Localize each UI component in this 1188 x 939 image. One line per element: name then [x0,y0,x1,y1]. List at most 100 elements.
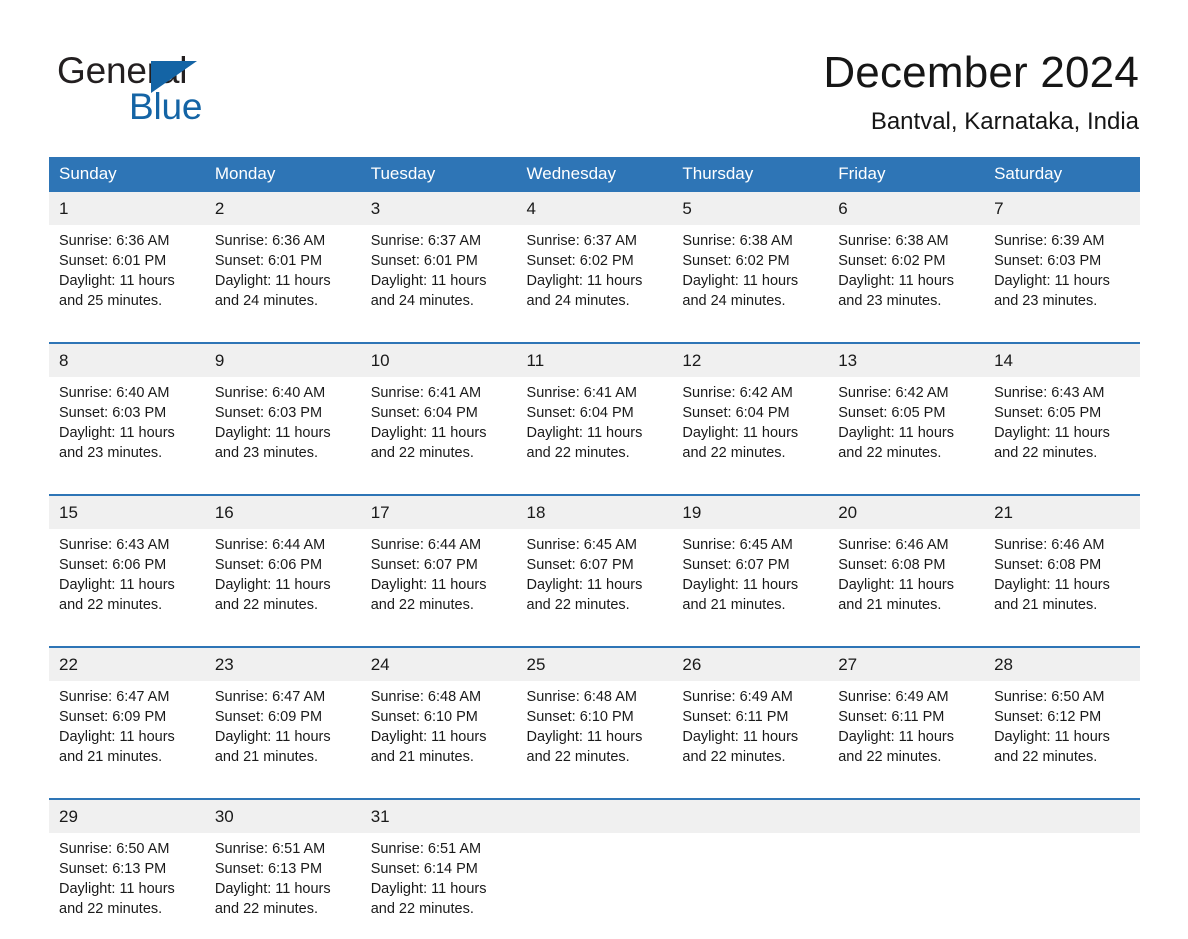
day-number[interactable]: 3 [360,192,517,225]
sunrise-text: Sunrise: 6:37 AM [370,233,482,249]
sunset-text: Sunset: 6:02 PM [526,253,634,269]
sunset-text: Sunset: 6:12 PM [994,709,1102,725]
day-number[interactable]: 12 [672,344,829,377]
day-cell[interactable]: Sunrise: 6:44 AM Sunset: 6:06 PM Dayligh… [204,529,361,635]
day-cell[interactable]: Sunrise: 6:49 AM Sunset: 6:11 PM Dayligh… [672,681,829,787]
daylight-text-line2: and 22 minutes. [526,749,630,765]
day-number[interactable]: 19 [672,496,829,529]
day-cell[interactable]: Sunrise: 6:37 AM Sunset: 6:02 PM Dayligh… [516,225,673,331]
day-cell-empty [672,833,829,939]
sunrise-text: Sunrise: 6:40 AM [214,385,326,401]
sunset-text: Sunset: 6:03 PM [59,405,167,421]
daylight-text-line1: Daylight: 11 hours [682,273,799,289]
sunrise-text: Sunrise: 6:45 AM [682,537,793,553]
day-cell[interactable]: Sunrise: 6:49 AM Sunset: 6:11 PM Dayligh… [828,681,985,787]
row-spacer [49,331,1140,342]
day-number-empty [984,800,1140,833]
day-number[interactable]: 2 [204,192,361,225]
day-number[interactable]: 29 [49,800,205,833]
day-cell[interactable]: Sunrise: 6:44 AM Sunset: 6:07 PM Dayligh… [360,529,517,635]
day-number[interactable]: 25 [516,648,673,681]
daylight-text-line2: and 24 minutes. [370,293,474,309]
daylight-text-line1: Daylight: 11 hours [370,729,487,745]
day-cell[interactable]: Sunrise: 6:46 AM Sunset: 6:08 PM Dayligh… [828,529,985,635]
day-cell[interactable]: Sunrise: 6:43 AM Sunset: 6:06 PM Dayligh… [49,529,205,635]
sunset-text: Sunset: 6:01 PM [59,253,167,269]
sunrise-text: Sunrise: 6:44 AM [370,537,482,553]
day-cell[interactable]: Sunrise: 6:42 AM Sunset: 6:04 PM Dayligh… [672,377,829,483]
day-number[interactable]: 26 [672,648,829,681]
day-cell[interactable]: Sunrise: 6:40 AM Sunset: 6:03 PM Dayligh… [204,377,361,483]
day-cell[interactable]: Sunrise: 6:48 AM Sunset: 6:10 PM Dayligh… [360,681,517,787]
sunrise-text: Sunrise: 6:39 AM [994,233,1105,249]
day-cell[interactable]: Sunrise: 6:45 AM Sunset: 6:07 PM Dayligh… [516,529,673,635]
day-cell[interactable]: Sunrise: 6:47 AM Sunset: 6:09 PM Dayligh… [49,681,205,787]
daylight-text-line1: Daylight: 11 hours [838,729,955,745]
day-number[interactable]: 28 [984,648,1140,681]
day-cell[interactable]: Sunrise: 6:41 AM Sunset: 6:04 PM Dayligh… [516,377,673,483]
day-cell[interactable]: Sunrise: 6:36 AM Sunset: 6:01 PM Dayligh… [49,225,205,331]
week-details-row: Sunrise: 6:47 AM Sunset: 6:09 PM Dayligh… [49,681,1140,787]
day-cell[interactable]: Sunrise: 6:50 AM Sunset: 6:12 PM Dayligh… [984,681,1140,787]
day-number-empty [672,800,829,833]
day-cell[interactable]: Sunrise: 6:38 AM Sunset: 6:02 PM Dayligh… [828,225,985,331]
day-cell[interactable]: Sunrise: 6:51 AM Sunset: 6:13 PM Dayligh… [204,833,361,939]
day-cell[interactable]: Sunrise: 6:51 AM Sunset: 6:14 PM Dayligh… [360,833,517,939]
day-cell[interactable]: Sunrise: 6:42 AM Sunset: 6:05 PM Dayligh… [828,377,985,483]
sunrise-text: Sunrise: 6:38 AM [838,233,949,249]
sunset-text: Sunset: 6:06 PM [214,557,323,573]
day-number[interactable]: 10 [360,344,517,377]
day-number[interactable]: 20 [828,496,985,529]
day-number[interactable]: 7 [984,192,1140,225]
sunset-text: Sunset: 6:13 PM [59,861,167,877]
daylight-text-line2: and 22 minutes. [838,445,942,461]
day-cell[interactable]: Sunrise: 6:41 AM Sunset: 6:04 PM Dayligh… [360,377,517,483]
day-number[interactable]: 22 [49,648,205,681]
sunset-text: Sunset: 6:03 PM [994,253,1102,269]
sunset-text: Sunset: 6:04 PM [682,405,790,421]
day-number[interactable]: 23 [204,648,361,681]
day-number[interactable]: 1 [49,192,205,225]
day-number[interactable]: 21 [984,496,1140,529]
day-number[interactable]: 11 [516,344,673,377]
day-number[interactable]: 15 [49,496,205,529]
day-number[interactable]: 18 [516,496,673,529]
generalblue-logo[interactable]: General Blue [57,49,317,129]
sunset-text: Sunset: 6:01 PM [370,253,478,269]
day-number[interactable]: 16 [204,496,361,529]
sunset-text: Sunset: 6:05 PM [838,405,946,421]
day-number[interactable]: 30 [204,800,361,833]
day-cell[interactable]: Sunrise: 6:38 AM Sunset: 6:02 PM Dayligh… [672,225,829,331]
sunrise-text: Sunrise: 6:49 AM [682,689,793,705]
day-number[interactable]: 13 [828,344,985,377]
day-cell[interactable]: Sunrise: 6:37 AM Sunset: 6:01 PM Dayligh… [360,225,517,331]
day-cell[interactable]: Sunrise: 6:45 AM Sunset: 6:07 PM Dayligh… [672,529,829,635]
sunrise-text: Sunrise: 6:48 AM [370,689,482,705]
day-number[interactable]: 24 [360,648,517,681]
day-cell[interactable]: Sunrise: 6:36 AM Sunset: 6:01 PM Dayligh… [204,225,361,331]
day-cell[interactable]: Sunrise: 6:47 AM Sunset: 6:09 PM Dayligh… [204,681,361,787]
day-number[interactable]: 31 [360,800,517,833]
day-cell[interactable]: Sunrise: 6:46 AM Sunset: 6:08 PM Dayligh… [984,529,1140,635]
daylight-text-line1: Daylight: 11 hours [838,425,955,441]
day-cell[interactable]: Sunrise: 6:50 AM Sunset: 6:13 PM Dayligh… [49,833,205,939]
row-spacer-cell [49,635,1140,646]
day-cell[interactable]: Sunrise: 6:48 AM Sunset: 6:10 PM Dayligh… [516,681,673,787]
sunset-text: Sunset: 6:10 PM [526,709,634,725]
day-number[interactable]: 9 [204,344,361,377]
day-cell[interactable]: Sunrise: 6:40 AM Sunset: 6:03 PM Dayligh… [49,377,205,483]
day-number[interactable]: 14 [984,344,1140,377]
day-number[interactable]: 27 [828,648,985,681]
day-number[interactable]: 8 [49,344,205,377]
day-number[interactable]: 4 [516,192,673,225]
day-cell[interactable]: Sunrise: 6:43 AM Sunset: 6:05 PM Dayligh… [984,377,1140,483]
day-number[interactable]: 17 [360,496,517,529]
day-number[interactable]: 6 [828,192,985,225]
daylight-text-line1: Daylight: 11 hours [370,273,487,289]
daylight-text-line1: Daylight: 11 hours [526,577,643,593]
sunset-text: Sunset: 6:10 PM [370,709,478,725]
sunrise-text: Sunrise: 6:42 AM [682,385,793,401]
day-cell[interactable]: Sunrise: 6:39 AM Sunset: 6:03 PM Dayligh… [984,225,1140,331]
day-number[interactable]: 5 [672,192,829,225]
daylight-text-line1: Daylight: 11 hours [994,273,1110,289]
